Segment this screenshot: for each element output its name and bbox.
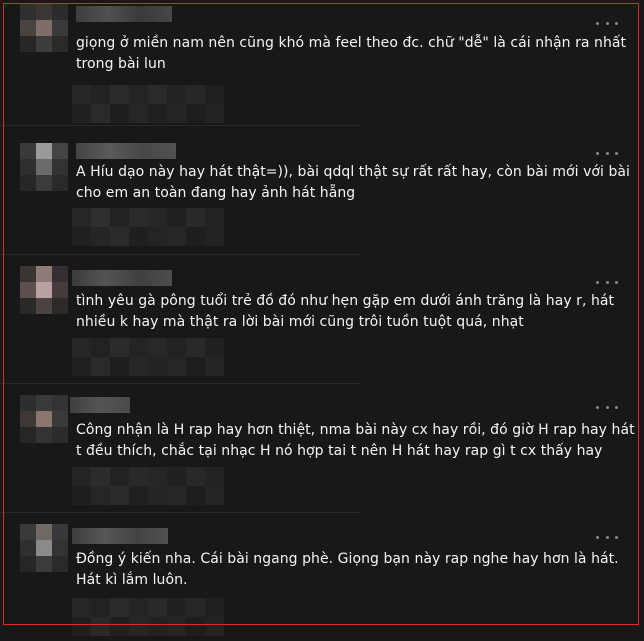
avatar: [20, 395, 68, 443]
avatar: [20, 143, 68, 191]
username[interactable]: [70, 397, 130, 413]
more-options-icon[interactable]: [596, 16, 618, 30]
avatar: [20, 266, 68, 314]
more-options-icon[interactable]: [596, 275, 618, 289]
divider: [0, 254, 360, 255]
divider: [0, 383, 360, 384]
comment-5: Đồng ý kiến nha. Cái bài ngang phè. Giọn…: [0, 512, 644, 641]
comment-text: giọng ở miền nam nên cũng khó mà feel th…: [76, 35, 627, 72]
comment-4: Công nhận là H rap hay hơn thiệt, nma bà…: [0, 383, 644, 512]
divider: [0, 125, 360, 126]
more-options-icon[interactable]: [596, 400, 618, 414]
username[interactable]: [72, 528, 168, 544]
more-options-icon[interactable]: [596, 530, 618, 544]
comment-reactions[interactable]: [72, 85, 224, 123]
comment-reactions[interactable]: [72, 338, 224, 376]
divider: [0, 512, 360, 513]
comment-reactions[interactable]: [72, 467, 224, 505]
comment-3: tình yêu gà pông tuổi trẻ đồ đó như hẹn …: [0, 254, 644, 383]
comment-reactions[interactable]: [72, 598, 224, 636]
comment-text: Đồng ý kiến nha. Cái bài ngang phè. Giọn…: [76, 551, 619, 588]
comment-reactions[interactable]: [72, 208, 224, 246]
avatar: [20, 524, 68, 572]
username[interactable]: [76, 6, 172, 22]
comment-2: A Híu dạo này hay hát thật=)), bài qdql …: [0, 125, 644, 254]
username[interactable]: [76, 143, 176, 159]
comment-text: tình yêu gà pông tuổi trẻ đồ đó như hẹn …: [76, 293, 615, 330]
more-options-icon[interactable]: [596, 146, 618, 160]
comment-text: Công nhận là H rap hay hơn thiệt, nma bà…: [76, 422, 635, 459]
username[interactable]: [72, 270, 172, 286]
comment-1: giọng ở miền nam nên cũng khó mà feel th…: [0, 0, 644, 123]
avatar: [20, 4, 68, 52]
comment-text: A Híu dạo này hay hát thật=)), bài qdql …: [76, 164, 630, 201]
